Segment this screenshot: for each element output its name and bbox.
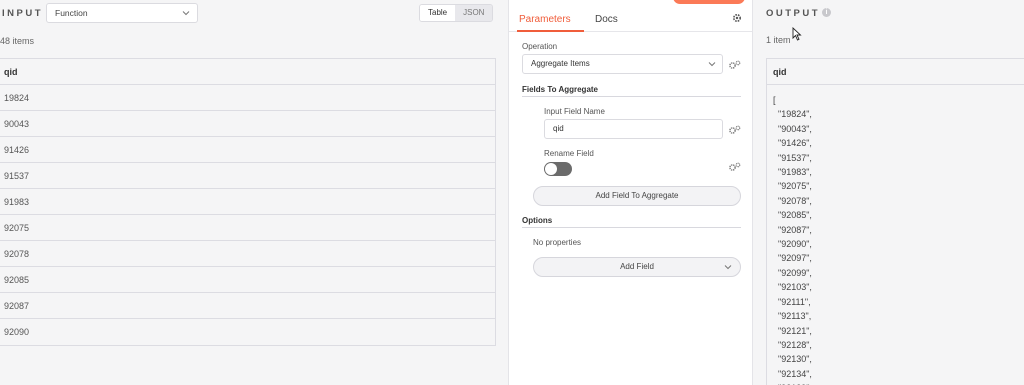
view-mode-toggle[interactable]: Table JSON bbox=[419, 4, 494, 22]
chevron-down-icon bbox=[182, 11, 190, 16]
input-node-select-value: Function bbox=[55, 8, 88, 18]
add-option-button[interactable]: Add Field bbox=[533, 257, 741, 277]
json-value: "92097", bbox=[778, 253, 812, 264]
json-value: "92113", bbox=[778, 311, 812, 322]
add-field-to-aggregate-button[interactable]: Add Field To Aggregate bbox=[533, 186, 741, 206]
table-row: 91426 bbox=[0, 137, 495, 163]
json-value: "92085", bbox=[778, 210, 812, 221]
view-mode-table[interactable]: Table bbox=[420, 5, 456, 21]
json-value: "92121", bbox=[778, 325, 812, 336]
table-row: 91537 bbox=[0, 163, 495, 189]
table-header-qid: qid bbox=[767, 59, 1024, 85]
view-mode-json[interactable]: JSON bbox=[455, 5, 493, 21]
json-value: "19824", bbox=[778, 109, 812, 120]
toggle-knob bbox=[545, 163, 557, 175]
active-tab-indicator bbox=[517, 30, 584, 32]
json-value: "92128", bbox=[778, 339, 812, 350]
json-value: "92130", bbox=[778, 354, 812, 365]
input-table: qid 19824 90043 91426 91537 91983 92075 92078 9… bbox=[0, 58, 496, 346]
input-field-name-input[interactable]: qid bbox=[544, 119, 723, 139]
operation-select[interactable]: Aggregate Items bbox=[522, 54, 723, 74]
output-json: ["19824", "90043", "91426", "91537", "91983"… bbox=[773, 93, 812, 385]
parameters-panel: Parameters Docs Operation Aggregate Item… bbox=[508, 0, 753, 385]
json-value: "92134", bbox=[778, 368, 812, 379]
fields-to-aggregate-heading: Fields To Aggregate bbox=[522, 85, 599, 94]
table-header-qid: qid bbox=[0, 59, 495, 85]
json-value: "91426", bbox=[778, 138, 812, 149]
input-field-name-value: qid bbox=[553, 124, 564, 133]
operation-label: Operation bbox=[522, 42, 558, 51]
input-title: INPUT bbox=[2, 8, 43, 19]
json-value: "92099", bbox=[778, 267, 812, 278]
table-row: 92075 bbox=[0, 215, 495, 241]
table-row: 92078 bbox=[0, 241, 495, 267]
parameter-options-icon[interactable] bbox=[728, 60, 741, 70]
json-value: "92078", bbox=[778, 195, 812, 206]
rename-field-toggle[interactable] bbox=[544, 162, 572, 176]
output-item-count: 1 item bbox=[766, 35, 791, 45]
json-value: "91537", bbox=[778, 152, 812, 163]
json-value: "92111", bbox=[778, 296, 811, 307]
input-node-select[interactable]: Function bbox=[46, 3, 198, 23]
table-row: 92090 bbox=[4, 327, 30, 337]
execute-node-button[interactable] bbox=[673, 0, 745, 4]
panel-tabs: Parameters Docs bbox=[509, 8, 752, 32]
chevron-down-icon bbox=[724, 265, 732, 270]
json-value: "91983", bbox=[778, 167, 812, 178]
output-panel: OUTPUT i 1 item qid ["19824", "90043", "91… bbox=[754, 0, 1024, 385]
input-field-name-label: Input Field Name bbox=[544, 107, 605, 116]
options-heading: Options bbox=[522, 216, 553, 225]
json-value: "92075", bbox=[778, 181, 812, 192]
parameter-options-icon[interactable] bbox=[728, 125, 741, 135]
json-value: "90043", bbox=[778, 123, 812, 134]
rename-field-label: Rename Field bbox=[544, 149, 594, 158]
output-title: OUTPUT bbox=[766, 8, 821, 19]
json-bracket-open: [ bbox=[773, 95, 776, 105]
operation-value: Aggregate Items bbox=[531, 59, 590, 68]
info-icon[interactable]: i bbox=[822, 8, 831, 17]
json-value: "92090", bbox=[778, 239, 812, 250]
output-table: qid ["19824", "90043", "91426", "91537", "91… bbox=[766, 58, 1024, 385]
no-properties-text: No properties bbox=[533, 238, 582, 247]
input-item-count: 48 items bbox=[0, 36, 35, 46]
divider bbox=[522, 96, 741, 97]
table-row: 92087 bbox=[0, 293, 495, 319]
table-row: 19824 bbox=[0, 85, 495, 111]
tab-docs[interactable]: Docs bbox=[595, 14, 618, 25]
divider bbox=[522, 227, 741, 228]
table-row: 91983 bbox=[0, 189, 495, 215]
json-value: "92087", bbox=[778, 224, 812, 235]
tab-parameters[interactable]: Parameters bbox=[519, 14, 571, 25]
json-value: "92139", bbox=[773, 381, 812, 385]
table-row: 90043 bbox=[0, 111, 495, 137]
add-option-label: Add Field bbox=[620, 262, 654, 271]
mouse-cursor-icon bbox=[792, 27, 802, 41]
parameter-options-icon[interactable] bbox=[728, 162, 741, 172]
chevron-down-icon bbox=[708, 62, 716, 67]
gear-icon[interactable] bbox=[732, 13, 742, 23]
table-row: 92085 bbox=[0, 267, 495, 293]
input-panel: INPUT Function Table JSON 48 items qid 1… bbox=[0, 0, 508, 385]
json-value: "92103", bbox=[778, 282, 812, 293]
